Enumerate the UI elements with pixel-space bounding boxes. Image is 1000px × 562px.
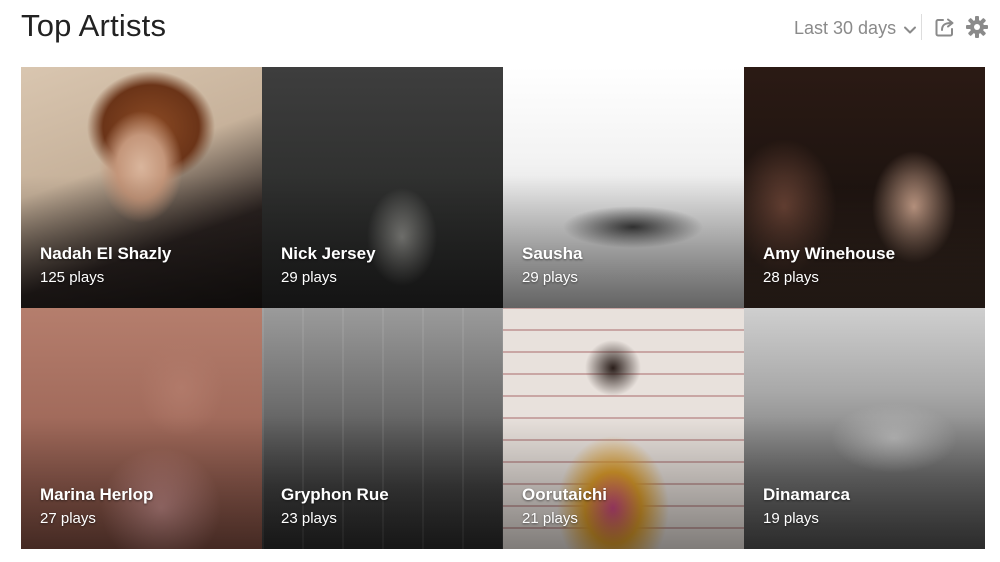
artist-name: Dinamarca xyxy=(763,485,850,504)
artist-name: Oorutaichi xyxy=(522,485,608,504)
artist-name: Amy Winehouse xyxy=(763,244,896,263)
artist-plays: 29 plays xyxy=(522,269,578,286)
artist-card[interactable]: Marina Herlop 27 plays xyxy=(21,308,262,549)
artist-plays: 125 plays xyxy=(40,269,105,286)
chevron-down-icon xyxy=(903,21,917,35)
artist-card[interactable]: Nick Jersey 29 plays xyxy=(262,67,503,308)
artist-plays: 27 plays xyxy=(40,510,96,527)
header-divider xyxy=(921,14,922,40)
artist-name: Nadah El Shazly xyxy=(40,244,172,263)
artist-card[interactable]: Sausha 29 plays xyxy=(503,67,744,308)
artist-card[interactable]: Dinamarca 19 plays xyxy=(744,308,985,549)
artist-card[interactable]: Oorutaichi 21 plays xyxy=(503,308,744,549)
artist-plays: 21 plays xyxy=(522,510,578,527)
artist-plays: 29 plays xyxy=(281,269,337,286)
share-icon xyxy=(933,15,957,39)
share-button[interactable] xyxy=(933,15,957,39)
header: Top Artists Last 30 days xyxy=(0,0,1000,56)
artist-plays: 28 plays xyxy=(763,269,819,286)
artist-card[interactable]: Gryphon Rue 23 plays xyxy=(262,308,503,549)
date-range-label: Last 30 days xyxy=(794,17,897,38)
artist-card[interactable]: Nadah El Shazly 125 plays xyxy=(21,67,262,308)
artist-plays: 23 plays xyxy=(281,510,337,527)
page-title: Top Artists xyxy=(21,8,167,43)
artist-card[interactable]: Amy Winehouse 28 plays xyxy=(744,67,985,308)
artist-name: Marina Herlop xyxy=(40,485,154,504)
artist-name: Sausha xyxy=(522,244,583,263)
settings-button[interactable] xyxy=(965,15,989,39)
artist-plays: 19 plays xyxy=(763,510,819,527)
artist-grid: Nadah El Shazly 125 plays Nick Jersey 29… xyxy=(21,67,985,549)
gear-icon xyxy=(965,15,989,39)
artist-name: Gryphon Rue xyxy=(281,485,389,504)
artist-name: Nick Jersey xyxy=(281,244,376,263)
date-range-dropdown[interactable]: Last 30 days xyxy=(794,16,917,40)
